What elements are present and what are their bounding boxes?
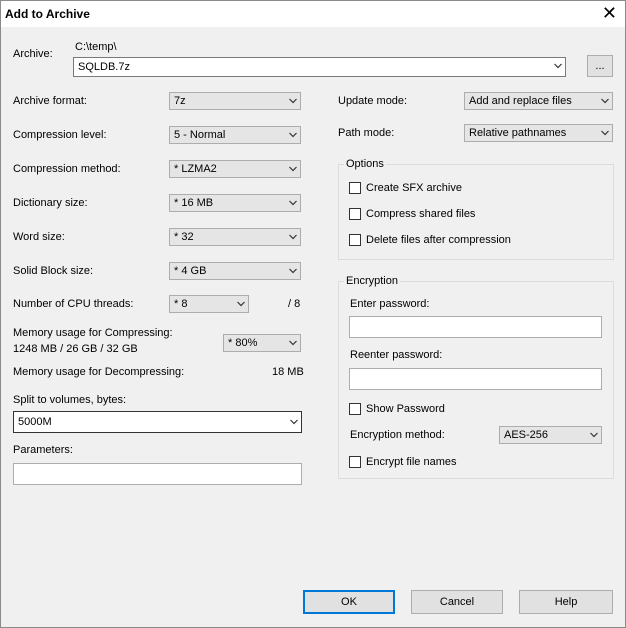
compression-method-value: * LZMA2	[174, 163, 217, 175]
compress-shared-label: Compress shared files	[366, 208, 476, 220]
encryption-method-value: AES-256	[504, 429, 549, 441]
close-icon[interactable]: ✕	[602, 3, 617, 23]
archive-format-value: 7z	[174, 95, 186, 107]
archive-format-label: Archive format:	[13, 95, 87, 107]
memory-decompress-value: 18 MB	[272, 366, 304, 378]
archive-format-select[interactable]: 7z	[169, 92, 301, 110]
chevron-down-icon	[289, 340, 297, 346]
reenter-password-input[interactable]	[349, 368, 602, 390]
chevron-down-icon	[554, 63, 562, 69]
solid-block-size-select[interactable]: * 4 GB	[169, 262, 301, 280]
title-bar: Add to Archive ✕	[1, 1, 625, 27]
chevron-down-icon	[601, 130, 609, 136]
encryption-method-select[interactable]: AES-256	[499, 426, 602, 444]
word-size-label: Word size:	[13, 231, 65, 243]
options-title: Options	[344, 158, 386, 170]
reenter-password-label: Reenter password:	[350, 349, 443, 361]
ok-button[interactable]: OK	[303, 590, 395, 614]
dialog-title: Add to Archive	[5, 7, 90, 21]
word-size-select[interactable]: * 32	[169, 228, 301, 246]
chevron-down-icon	[289, 234, 297, 240]
compression-level-label: Compression level:	[13, 129, 107, 141]
chevron-down-icon	[237, 301, 245, 307]
archive-path: C:\temp\	[75, 41, 117, 53]
archive-name-value: SQLDB.7z	[78, 61, 130, 73]
path-mode-select[interactable]: Relative pathnames	[464, 124, 613, 142]
cpu-threads-max: / 8	[288, 298, 301, 310]
archive-label: Archive:	[13, 48, 53, 60]
create-sfx-checkbox[interactable]	[349, 182, 361, 194]
enter-password-label: Enter password:	[350, 298, 430, 310]
chevron-down-icon	[590, 432, 598, 438]
parameters-label: Parameters:	[13, 444, 73, 456]
compression-method-select[interactable]: * LZMA2	[169, 160, 301, 178]
archive-name-combo[interactable]: SQLDB.7z	[73, 57, 566, 77]
cancel-button[interactable]: Cancel	[411, 590, 503, 614]
word-size-value: * 32	[174, 231, 194, 243]
encrypt-names-checkbox[interactable]	[349, 456, 361, 468]
browse-button[interactable]: ...	[587, 55, 613, 77]
delete-after-checkbox[interactable]	[349, 234, 361, 246]
encryption-method-label: Encryption method:	[350, 429, 445, 441]
parameters-input[interactable]	[13, 463, 302, 485]
encrypt-names-label: Encrypt file names	[366, 456, 457, 468]
dictionary-size-label: Dictionary size:	[13, 197, 88, 209]
chevron-down-icon	[289, 166, 297, 172]
show-password-checkbox[interactable]	[349, 403, 361, 415]
compress-shared-checkbox[interactable]	[349, 208, 361, 220]
update-mode-select[interactable]: Add and replace files	[464, 92, 613, 110]
chevron-down-icon	[289, 268, 297, 274]
cpu-threads-value: * 8	[174, 298, 188, 310]
update-mode-value: Add and replace files	[469, 95, 572, 107]
compression-method-label: Compression method:	[13, 163, 121, 175]
show-password-label: Show Password	[366, 403, 445, 415]
add-to-archive-dialog: Add to Archive ✕ Archive: C:\temp\ SQLDB…	[0, 0, 626, 628]
compression-level-value: 5 - Normal	[174, 129, 226, 141]
memory-decompress-label: Memory usage for Decompressing:	[13, 366, 185, 378]
memory-compress-label: Memory usage for Compressing:	[13, 327, 173, 339]
memory-compress-select[interactable]: * 80%	[223, 334, 301, 352]
help-button[interactable]: Help	[519, 590, 613, 614]
delete-after-label: Delete files after compression	[366, 234, 511, 246]
encryption-title: Encryption	[344, 275, 400, 287]
create-sfx-label: Create SFX archive	[366, 182, 462, 194]
compression-level-select[interactable]: 5 - Normal	[169, 126, 301, 144]
chevron-down-icon	[290, 419, 298, 425]
split-volumes-value: 5000M	[18, 416, 52, 428]
path-mode-label: Path mode:	[338, 127, 395, 139]
solid-block-size-value: * 4 GB	[174, 265, 207, 277]
chevron-down-icon	[289, 98, 297, 104]
chevron-down-icon	[289, 200, 297, 206]
solid-block-size-label: Solid Block size:	[13, 265, 94, 277]
enter-password-input[interactable]	[349, 316, 602, 338]
update-mode-label: Update mode:	[338, 95, 408, 107]
dictionary-size-select[interactable]: * 16 MB	[169, 194, 301, 212]
chevron-down-icon	[601, 98, 609, 104]
cpu-threads-select[interactable]: * 8	[169, 295, 249, 313]
path-mode-value: Relative pathnames	[469, 127, 567, 139]
dictionary-size-value: * 16 MB	[174, 197, 214, 209]
cpu-threads-label: Number of CPU threads:	[13, 298, 134, 310]
split-volumes-label: Split to volumes, bytes:	[13, 394, 127, 406]
split-volumes-combo[interactable]: 5000M	[13, 411, 302, 433]
chevron-down-icon	[289, 132, 297, 138]
memory-compress-value: * 80%	[228, 337, 258, 349]
memory-compress-detail: 1248 MB / 26 GB / 32 GB	[13, 343, 138, 355]
